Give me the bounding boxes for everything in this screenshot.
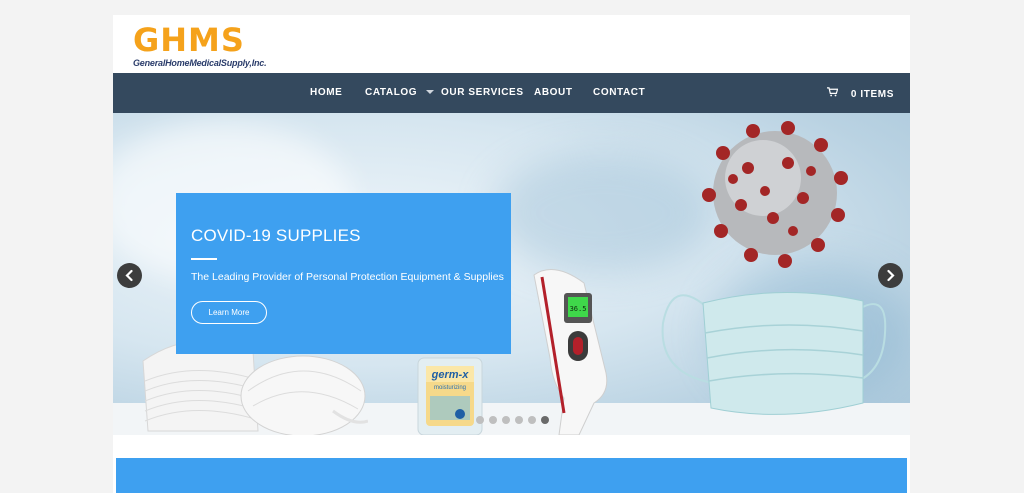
page-container: GHMS GeneralHomeMedicalSupply,Inc. HOME … [113,15,910,493]
site-logo[interactable]: GHMS GeneralHomeMedicalSupply,Inc. [133,23,273,71]
logo-wordmark: GHMS [133,21,245,59]
logo-tagline: GeneralHomeMedicalSupply,Inc. [133,58,267,68]
slider-dot[interactable] [528,416,536,424]
slider-next-button[interactable] [878,263,903,288]
background-blur [493,153,713,273]
slide-divider [191,258,217,260]
sanitizer-brand-text: germ-x [431,369,470,381]
caret-down-icon [426,90,435,95]
nav-our-services[interactable]: OUR SERVICES [441,73,524,113]
nav-catalog-label: CATALOG [365,87,418,98]
coronavirus-image [702,121,848,268]
nav-catalog[interactable]: CATALOG [365,73,435,113]
surgical-mask-image [661,291,887,415]
nav-about[interactable]: ABOUT [534,73,573,113]
hand-sanitizer-image: germ-x moisturizing [417,357,483,435]
slider-dot[interactable] [515,416,523,424]
slide-caption: COVID-19 SUPPLIES The Leading Provider o… [176,193,511,354]
sanitizer-line-text: moisturizing [434,385,466,391]
chevron-right-icon [887,269,895,282]
thermometer-image: 36.5 [533,269,608,435]
slider-dot-active[interactable] [541,416,549,424]
slider-dot[interactable] [502,416,510,424]
slider-pagination [476,411,554,424]
slider-prev-button[interactable] [117,263,142,288]
cart-icon [826,87,838,97]
cart-link[interactable]: 0 ITEMS [826,73,894,113]
slide-description: The Leading Provider of Personal Protect… [191,271,504,283]
slider-dot[interactable] [476,416,484,424]
thermometer-reading: 36.5 [570,305,587,313]
content-banner [116,458,907,493]
learn-more-button[interactable]: Learn More [191,301,267,324]
slide-title: COVID-19 SUPPLIES [191,226,361,245]
nav-contact[interactable]: CONTACT [593,73,645,113]
nav-home[interactable]: HOME [310,73,342,113]
main-nav: HOME CATALOG OUR SERVICES ABOUT CONTACT … [113,73,910,113]
slider-dot[interactable] [489,416,497,424]
hero-slider: germ-x moisturizing 36.5 COVID-19 SUPPLI… [113,113,910,435]
chevron-left-icon [125,269,133,282]
cart-count: 0 ITEMS [850,89,894,100]
